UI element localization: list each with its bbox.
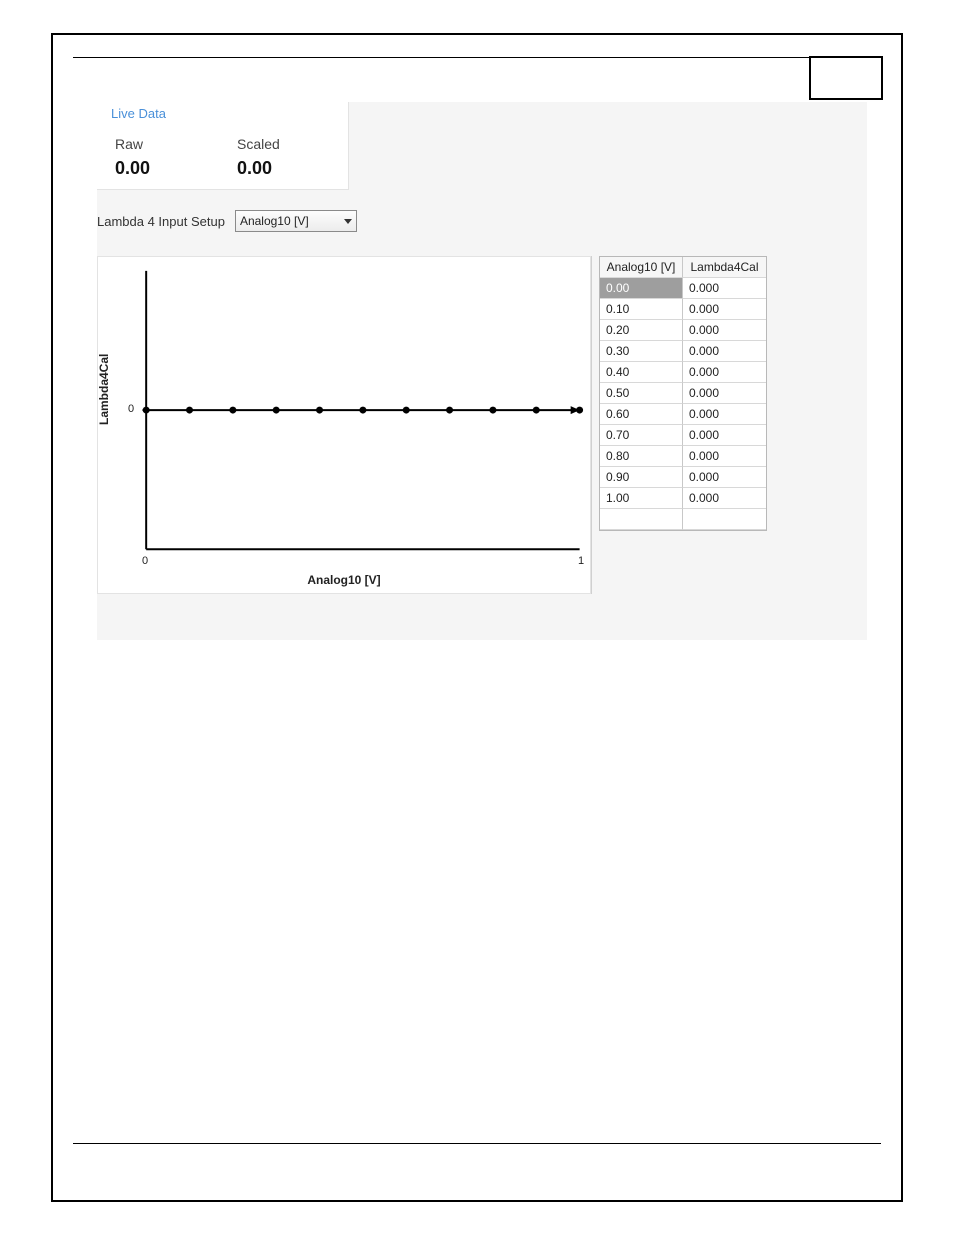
table-row[interactable]: 0.100.000 [600,299,766,320]
page-frame: Live Data Raw 0.00 Scaled 0.00 Lambda 4 … [51,33,903,1202]
raw-value: 0.00 [115,158,150,179]
table-row[interactable]: 0.800.000 [600,446,766,467]
table-cell[interactable]: 0.000 [683,362,766,383]
raw-label: Raw [115,136,143,152]
input-setup-row: Lambda 4 Input Setup Analog10 [V] [97,210,357,232]
table-header-row: Analog10 [V] Lambda4Cal [600,257,766,278]
table-row[interactable]: 0.900.000 [600,467,766,488]
data-table[interactable]: Analog10 [V] Lambda4Cal 0.000.0000.100.0… [599,256,767,531]
table-cell[interactable]: 1.00 [600,488,683,509]
table-cell[interactable]: 0.000 [683,278,766,299]
table-cell[interactable]: 0.60 [600,404,683,425]
table-cell[interactable]: 0.000 [683,299,766,320]
table-cell[interactable]: 0.50 [600,383,683,404]
table-cell[interactable]: 0.000 [683,341,766,362]
table-cell[interactable]: 0.000 [683,425,766,446]
table-row[interactable]: 0.500.000 [600,383,766,404]
table-row[interactable]: 0.200.000 [600,320,766,341]
table-cell[interactable]: 0.20 [600,320,683,341]
table-header-cell: Analog10 [V] [600,257,683,278]
table-row[interactable]: 1.000.000 [600,488,766,509]
table-cell[interactable]: 0.40 [600,362,683,383]
table-cell[interactable]: 0.000 [683,467,766,488]
table-row[interactable]: 0.000.000 [600,278,766,299]
table-row[interactable]: 0.600.000 [600,404,766,425]
table-row[interactable]: 0.300.000 [600,341,766,362]
live-data-panel: Live Data Raw 0.00 Scaled 0.00 [97,102,349,190]
chart-xlabel: Analog10 [V] [307,573,380,587]
input-setup-dropdown[interactable]: Analog10 [V] [235,210,357,232]
table-cell[interactable]: 0.000 [683,404,766,425]
live-data-title: Live Data [111,106,166,121]
scaled-value: 0.00 [237,158,272,179]
chart-pane[interactable]: Lambda4Cal Analog10 [V] 0 0 1 [97,256,591,594]
dropdown-selected: Analog10 [V] [240,214,309,228]
scaled-label: Scaled [237,136,280,152]
chart-svg [98,257,590,593]
main-panel: Live Data Raw 0.00 Scaled 0.00 Lambda 4 … [97,102,867,640]
table-row[interactable]: 0.400.000 [600,362,766,383]
table-cell[interactable]: 0.000 [683,320,766,341]
table-empty-row[interactable] [600,509,766,530]
table-cell[interactable]: 0.000 [683,446,766,467]
table-cell[interactable]: 0.90 [600,467,683,488]
chart-xtick: 0 [142,555,148,567]
table-cell[interactable]: 0.000 [683,383,766,404]
table-row[interactable]: 0.700.000 [600,425,766,446]
pane-divider [591,256,592,594]
table-header-cell: Lambda4Cal [683,257,766,278]
page-number-box [809,56,883,100]
table-cell[interactable] [683,509,766,530]
table-cell[interactable]: 0.00 [600,278,683,299]
chart-ytick: 0 [128,403,134,415]
table-cell[interactable]: 0.80 [600,446,683,467]
table-cell[interactable]: 0.10 [600,299,683,320]
input-setup-label: Lambda 4 Input Setup [97,214,225,229]
table-cell[interactable]: 0.70 [600,425,683,446]
table-cell[interactable]: 0.30 [600,341,683,362]
table-cell[interactable] [600,509,683,530]
page-inner-frame: Live Data Raw 0.00 Scaled 0.00 Lambda 4 … [73,57,881,1144]
chevron-down-icon [344,219,352,224]
chart-ylabel: Lambda4Cal [97,354,111,425]
table-cell[interactable]: 0.000 [683,488,766,509]
chart-xtick: 1 [578,555,584,567]
